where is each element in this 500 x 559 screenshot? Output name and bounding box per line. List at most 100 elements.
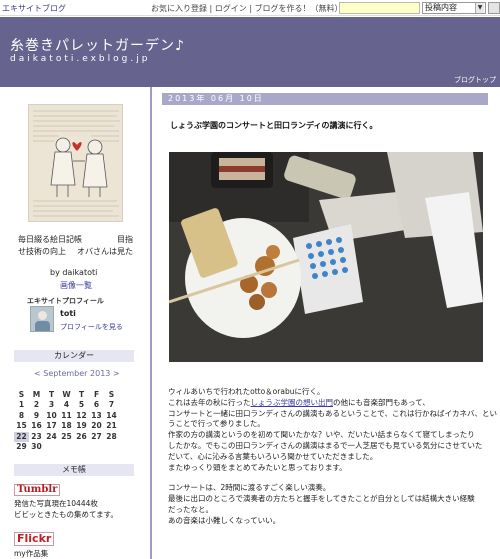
calendar-weekday: S [108, 390, 115, 399]
blog-top-link[interactable]: ブログトップ [454, 75, 496, 85]
calendar-day[interactable]: 21 [104, 421, 119, 431]
post-photo[interactable] [169, 152, 483, 362]
calendar-day[interactable]: 23 [29, 432, 44, 442]
main-content: 2013年 06月 10日 しょうぶ学園のコンサートと田口ランディの講演に行く。 [152, 87, 500, 559]
body-line: またゆっくり頭をまとめてみたいと思っております。 [168, 462, 347, 472]
calendar-day[interactable]: 7 [104, 400, 119, 410]
calendar-day[interactable]: 29 [14, 442, 29, 452]
body-line: コンサートは、2時間に渡るすごく楽しい演奏。 [168, 483, 331, 493]
calendar-week-row: 8 9 10 11 12 13 14 [14, 411, 119, 421]
calendar-day [89, 442, 104, 452]
post-body: ウィルあいちで行われたotto＆orabuに行く。 これは去年の秋に行ったしょう… [168, 387, 497, 527]
image-gallery-link[interactable]: 画像一覧 [60, 280, 92, 291]
search-input[interactable] [339, 2, 420, 14]
calendar-weekday: T [78, 390, 85, 399]
calendar-week-row: 29 30 [14, 442, 119, 452]
description-line2-right: オバさんは見た [77, 247, 133, 256]
body-line: 作家の方の講演というのを初めて聞いたかな？いや、だいたい話まらなくて寝てしまった… [168, 430, 475, 440]
description-line2-left: せ技術の向上 [18, 247, 66, 256]
calendar-weekday: F [93, 390, 100, 399]
calendar-day[interactable]: 20 [89, 421, 104, 431]
calendar-month-nav[interactable]: < September 2013 > [34, 369, 120, 378]
top-links: お気に入り登録 | ログイン | ブログを作る！（無料） [151, 4, 343, 13]
calendar-day[interactable]: 14 [104, 411, 119, 421]
avatar[interactable] [30, 306, 54, 332]
calendar-day[interactable]: 17 [44, 421, 59, 431]
chevron-down-icon[interactable]: ▼ [475, 3, 484, 13]
calendar-day[interactable]: 16 [29, 421, 44, 431]
calendar-day[interactable]: 2 [29, 400, 44, 410]
flickr-caption: my作品集 [14, 549, 49, 558]
shobu-gakuen-link[interactable]: しょうぶ学園の想い出門 [251, 398, 334, 407]
create-blog-link[interactable]: ブログを作る！（無料） [255, 4, 343, 13]
tumblr-badge[interactable]: Tumblr [14, 484, 61, 496]
calendar-day[interactable]: 28 [104, 432, 119, 442]
calendar-day[interactable]: 4 [59, 400, 74, 410]
calendar-week-row: 1234567 [14, 400, 119, 410]
excite-blog-brand-link[interactable]: エキサイトブログ [2, 3, 66, 14]
author-byline: by daikatoti [50, 268, 98, 277]
body-line: したかな。でもこの田口ランディさんの講演はまるで一人芝居でも見ている気分にさせて… [168, 440, 483, 450]
calendar-day[interactable]: 12 [74, 411, 89, 421]
body-line: コンサートと一緒に田口ランディさんの講演もあるということで、これは行かねばイカネ… [168, 408, 497, 418]
calendar-weekday-row: SMTWTFS [14, 390, 119, 400]
calendar-day[interactable]: 13 [89, 411, 104, 421]
search-scope-value: 投稿内容 [425, 3, 457, 12]
calendar-day[interactable]: 24 [44, 432, 59, 442]
tumblr-caption-2: ビビッときたもの集めてます。 [14, 510, 118, 519]
calendar-day[interactable]: 6 [89, 400, 104, 410]
calendar-day[interactable]: 11 [59, 411, 74, 421]
calendar-day[interactable]: 5 [74, 400, 89, 410]
sidebar: 毎日綴る絵日記帳 目指 せ技術の向上 オバさんは見た by daikatoti 画像… [0, 87, 150, 559]
calendar-weekday: W [62, 390, 71, 399]
description-line1-left: 毎日綴る絵日記帳 [18, 235, 82, 244]
calendar-day[interactable]: 10 [44, 411, 59, 421]
calendar-day[interactable]: 30 [29, 442, 44, 452]
memo-heading: メモ帳 [14, 464, 134, 476]
search-scope-select[interactable]: 投稿内容 ▼ [422, 2, 486, 14]
calendar-week-row: 22 23 24 25 26 27 28 [14, 431, 119, 442]
calendar-day[interactable]: 3 [44, 400, 59, 410]
top-utility-bar: エキサイトブログ お気に入り登録 | ログイン | ブログを作る！（無料） 投稿… [0, 0, 500, 16]
blog-url: daikatoti.exblog.jp [10, 54, 151, 64]
add-favorite-link[interactable]: お気に入り登録 [151, 4, 207, 13]
description-line1-right: 目指 [117, 235, 133, 244]
body-line: うことで行って参りました。 [168, 419, 265, 429]
search-submit-button[interactable] [488, 2, 500, 14]
calendar-day[interactable]: 22 [14, 431, 29, 442]
body-line: 最後に出口のところで演奏者の方たちと握手をしてきたことが自分としては結構大きい経… [168, 494, 475, 504]
calendar-day[interactable]: 26 [74, 432, 89, 442]
calendar-heading: カレンダー [14, 350, 134, 362]
view-profile-link[interactable]: プロフィールを見る [60, 322, 123, 332]
blog-description: 毎日綴る絵日記帳 目指 せ技術の向上 オバさんは見た [18, 234, 133, 258]
calendar-day[interactable]: 9 [29, 411, 44, 421]
calendar-weekday: M [32, 390, 41, 399]
calendar-weekday: S [18, 390, 25, 399]
calendar-day[interactable]: 27 [89, 432, 104, 442]
post-title[interactable]: しょうぶ学園のコンサートと田口ランディの講演に行く。 [170, 120, 377, 131]
calendar-day [74, 442, 89, 452]
body-line: だったなと。 [168, 504, 213, 514]
profile-name[interactable]: toti [60, 309, 76, 318]
excite-profile-heading: エキサイトプロフィール [27, 297, 104, 305]
profile-illustration[interactable] [28, 104, 123, 222]
calendar-day[interactable]: 19 [74, 421, 89, 431]
calendar-day[interactable]: 8 [14, 411, 29, 421]
calendar-week-row: 15 16 17 18 19 20 21 [14, 421, 119, 431]
post-date-bar: 2013年 06月 10日 [162, 93, 488, 105]
body-line: ウィルあいちで行われたotto＆orabuに行く。 [168, 387, 325, 396]
calendar-day [104, 442, 119, 452]
flickr-badge[interactable]: Flickr [14, 532, 55, 546]
body-line: あの音楽は小難しくなっていい。 [168, 515, 281, 525]
body-line-with-link: これは去年の秋に行ったしょうぶ学園の想い出門の他にも音楽部門もあって、 [168, 397, 430, 407]
login-link[interactable]: ログイン [215, 4, 247, 13]
calendar-day [59, 442, 74, 452]
calendar-day[interactable]: 1 [14, 400, 29, 410]
blog-title[interactable]: 糸巻きパレットガーデン♪ [10, 35, 185, 55]
calendar-day[interactable]: 15 [14, 421, 29, 431]
blog-header: 糸巻きパレットガーデン♪ daikatoti.exblog.jp ブログトップ [0, 17, 500, 87]
calendar-day[interactable]: 18 [59, 421, 74, 431]
calendar-day[interactable]: 25 [59, 432, 74, 442]
calendar-weekday: T [48, 390, 55, 399]
